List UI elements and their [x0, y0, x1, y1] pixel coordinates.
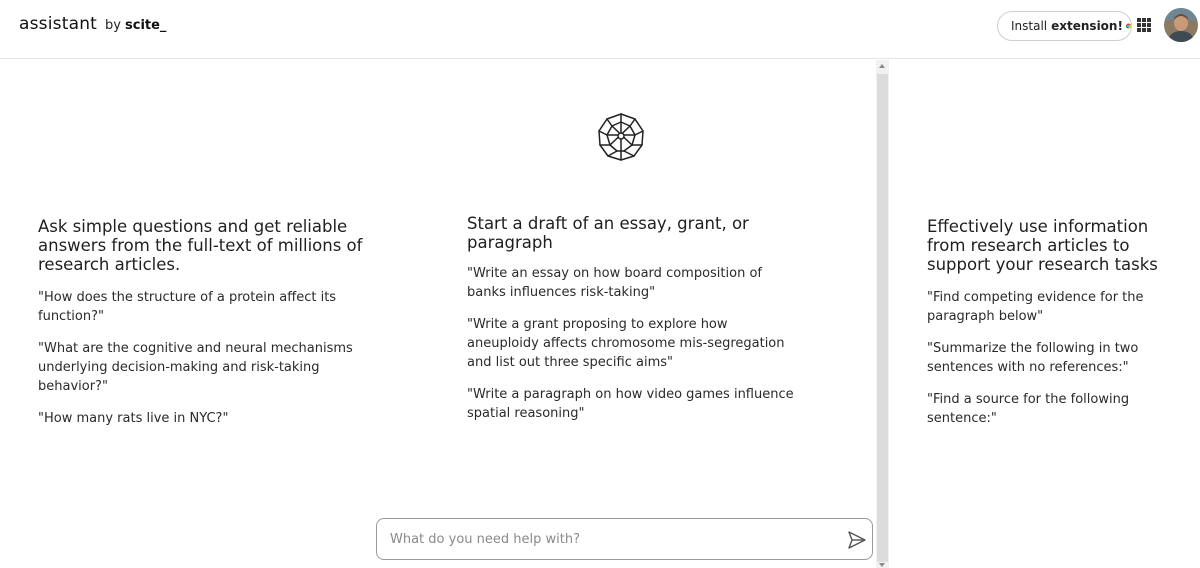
scroll-down-icon[interactable] [879, 563, 885, 567]
example-prompt[interactable]: "Write a grant proposing to explore how … [467, 315, 797, 372]
scrollbar[interactable] [876, 60, 889, 568]
column-questions: Ask simple questions and get reliable an… [38, 217, 368, 441]
scroll-up-icon[interactable] [879, 64, 885, 68]
example-prompt[interactable]: "How does the structure of a protein aff… [38, 288, 368, 326]
example-prompt[interactable]: "How many rats live in NYC?" [38, 409, 368, 428]
example-prompt[interactable]: "What are the cognitive and neural mecha… [38, 339, 368, 396]
prompt-input[interactable] [390, 519, 830, 559]
prompt-box [376, 518, 873, 560]
chrome-icon [1125, 23, 1131, 29]
brand-org: scite_ [125, 18, 167, 33]
brain-network-icon [598, 113, 644, 161]
example-prompt[interactable]: "Find a source for the following sentenc… [927, 390, 1189, 428]
column-research-tasks: Effectively use information from researc… [927, 217, 1189, 441]
example-prompt[interactable]: "Find competing evidence for the paragra… [927, 288, 1189, 326]
example-prompt[interactable]: "Write an essay on how board composition… [467, 264, 797, 302]
send-icon[interactable] [847, 530, 867, 550]
example-prompt[interactable]: "Summarize the following in two sentence… [927, 339, 1189, 377]
brand[interactable]: assistant by scite_ [19, 14, 166, 34]
install-label-bold: extension! [1051, 19, 1123, 33]
user-avatar-icon [1164, 8, 1198, 42]
column-heading: Effectively use information from researc… [927, 217, 1158, 274]
avatar[interactable] [1164, 8, 1198, 42]
brand-name: assistant [19, 14, 98, 34]
apps-grid-icon[interactable] [1137, 18, 1151, 32]
column-drafts: Start a draft of an essay, grant, or par… [467, 214, 797, 436]
column-heading: Ask simple questions and get reliable an… [38, 217, 363, 274]
brand-by: by [105, 18, 121, 33]
install-extension-button[interactable]: Install extension! [997, 11, 1132, 41]
scroll-thumb[interactable] [877, 74, 888, 562]
column-heading: Start a draft of an essay, grant, or par… [467, 214, 749, 252]
install-label: Install [1011, 19, 1048, 33]
example-prompt[interactable]: "Write a paragraph on how video games in… [467, 385, 797, 423]
top-bar: assistant by scite_ Install extension! [0, 0, 1200, 59]
